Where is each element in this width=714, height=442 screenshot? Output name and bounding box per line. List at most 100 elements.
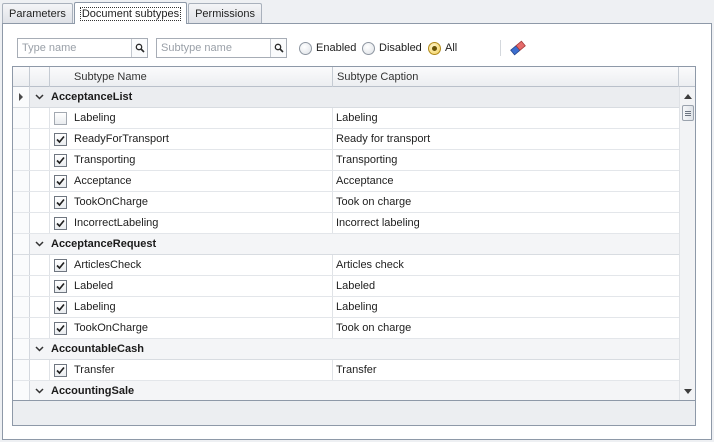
group-collapse-toggle[interactable] xyxy=(33,238,45,250)
enabled-checkbox[interactable] xyxy=(53,363,67,377)
table-row[interactable]: Labeling Labeling xyxy=(13,108,679,129)
table-row[interactable]: ArticlesCheck Articles check xyxy=(13,255,679,276)
enabled-checkbox[interactable] xyxy=(53,321,67,335)
tab-document-subtypes[interactable]: Document subtypes xyxy=(73,2,188,24)
tab-document-subtypes-label: Document subtypes xyxy=(79,6,182,21)
checkmark-icon xyxy=(55,261,65,269)
checkmark-icon xyxy=(55,177,65,185)
table-row[interactable]: TookOnCharge Took on charge xyxy=(13,192,679,213)
header-subtype-name-label: Subtype Name xyxy=(74,71,147,83)
chevron-down-icon xyxy=(34,94,44,100)
subtype-name-cell[interactable]: TookOnCharge xyxy=(71,192,333,212)
enabled-checkbox[interactable] xyxy=(53,111,67,125)
enabled-checkbox[interactable] xyxy=(53,258,67,272)
scroll-thumb[interactable] xyxy=(682,105,694,121)
grid-header: Subtype Name Subtype Caption xyxy=(13,67,695,87)
chevron-down-icon xyxy=(34,241,44,247)
tab-parameters-label: Parameters xyxy=(9,7,66,20)
subtype-name-cell[interactable]: Acceptance xyxy=(71,171,333,191)
table-row[interactable]: ReadyForTransport Ready for transport xyxy=(13,129,679,150)
subtype-name-cell[interactable]: Transporting xyxy=(71,150,333,170)
radio-disabled[interactable]: Disabled xyxy=(362,40,422,56)
table-row[interactable]: Labeling Labeling xyxy=(13,297,679,318)
enabled-checkbox[interactable] xyxy=(53,300,67,314)
checkmark-icon xyxy=(55,282,65,290)
subtype-name-cell[interactable]: Transfer xyxy=(71,360,333,380)
scroll-down-button[interactable] xyxy=(680,384,695,398)
enabled-checkbox[interactable] xyxy=(53,195,67,209)
chevron-down-icon xyxy=(34,346,44,352)
arrow-up-icon xyxy=(684,93,692,99)
header-subtype-name[interactable]: Subtype Name xyxy=(70,67,333,87)
filter-bar: Enabled Disabled All xyxy=(17,38,707,58)
radio-disabled-label: Disabled xyxy=(379,42,422,54)
subtype-caption-cell[interactable]: Labeling xyxy=(333,297,679,317)
group-name: AccountableCash xyxy=(51,343,144,355)
group-row-accountablecash[interactable]: AccountableCash xyxy=(13,339,679,360)
subtype-name-cell[interactable]: IncorrectLabeling xyxy=(71,213,333,233)
radio-all-circle xyxy=(428,41,441,55)
clear-filter-button[interactable] xyxy=(509,39,527,57)
table-row[interactable]: IncorrectLabeling Incorrect labeling xyxy=(13,213,679,234)
radio-enabled-label: Enabled xyxy=(316,42,357,54)
subtype-name-cell[interactable]: Labeling xyxy=(71,297,333,317)
checkmark-icon xyxy=(55,219,65,227)
radio-enabled[interactable]: Enabled xyxy=(299,40,356,56)
subtype-name-cell[interactable]: ArticlesCheck xyxy=(71,255,333,275)
enabled-checkbox[interactable] xyxy=(53,132,67,146)
vertical-scrollbar[interactable] xyxy=(679,87,695,400)
table-row[interactable]: Transporting Transporting xyxy=(13,150,679,171)
table-row[interactable]: Acceptance Acceptance xyxy=(13,171,679,192)
checkmark-icon xyxy=(55,324,65,332)
table-row[interactable]: Labeled Labeled xyxy=(13,276,679,297)
group-collapse-toggle[interactable] xyxy=(33,91,45,103)
tab-parameters[interactable]: Parameters xyxy=(2,3,73,23)
group-name: AccountingSale xyxy=(51,385,135,397)
group-collapse-toggle[interactable] xyxy=(33,343,45,355)
header-subtype-caption-label: Subtype Caption xyxy=(337,71,419,83)
subtype-caption-cell[interactable]: Acceptance xyxy=(333,171,679,191)
subtype-caption-cell[interactable]: Took on charge xyxy=(333,192,679,212)
tab-permissions[interactable]: Permissions xyxy=(188,3,262,23)
enabled-checkbox[interactable] xyxy=(53,279,67,293)
group-row-accountingsale[interactable]: AccountingSale xyxy=(13,381,679,400)
eraser-icon xyxy=(510,40,526,56)
subtype-name-cell[interactable]: Labeled xyxy=(71,276,333,296)
radio-all[interactable]: All xyxy=(428,40,457,56)
header-group-pad xyxy=(30,67,50,87)
enabled-checkbox[interactable] xyxy=(53,174,67,188)
subtype-caption-cell[interactable]: Labeling xyxy=(333,108,679,128)
radio-all-label: All xyxy=(445,42,458,54)
arrow-down-icon xyxy=(684,388,692,394)
subtype-caption-cell[interactable]: Ready for transport xyxy=(333,129,679,149)
enabled-checkbox[interactable] xyxy=(53,216,67,230)
table-row[interactable]: Transfer Transfer xyxy=(13,360,679,381)
subtype-name-input[interactable] xyxy=(157,39,270,57)
group-row-acceptancerequest[interactable]: AcceptanceRequest xyxy=(13,234,679,255)
type-name-input[interactable] xyxy=(18,39,131,57)
scroll-up-button[interactable] xyxy=(680,89,695,103)
radio-disabled-circle xyxy=(362,41,375,55)
subtype-caption-cell[interactable]: Articles check xyxy=(333,255,679,275)
subtype-caption-cell[interactable]: Incorrect labeling xyxy=(333,213,679,233)
subtype-caption-cell[interactable]: Labeled xyxy=(333,276,679,296)
group-name: AcceptanceRequest xyxy=(51,238,157,250)
subtype-caption-cell[interactable]: Took on charge xyxy=(333,318,679,338)
header-subtype-caption[interactable]: Subtype Caption xyxy=(333,67,679,87)
subtype-caption-cell[interactable]: Transporting xyxy=(333,150,679,170)
subtype-name-cell[interactable]: TookOnCharge xyxy=(71,318,333,338)
checkmark-icon xyxy=(55,135,65,143)
subtype-search-button[interactable] xyxy=(270,39,286,57)
subtype-caption-cell[interactable]: Transfer xyxy=(333,360,679,380)
group-row-acceptancelist[interactable]: AcceptanceList xyxy=(13,87,679,108)
enabled-checkbox[interactable] xyxy=(53,153,67,167)
group-name: AcceptanceList xyxy=(51,91,133,103)
type-search-button[interactable] xyxy=(131,39,147,57)
tab-strip: Parameters Document subtypes Permissions xyxy=(2,2,263,24)
row-indicator xyxy=(13,339,30,359)
subtype-name-cell[interactable]: ReadyForTransport xyxy=(71,129,333,149)
row-indicator xyxy=(13,381,30,400)
subtype-name-cell[interactable]: Labeling xyxy=(71,108,333,128)
group-collapse-toggle[interactable] xyxy=(33,385,45,397)
table-row[interactable]: TookOnCharge Took on charge xyxy=(13,318,679,339)
